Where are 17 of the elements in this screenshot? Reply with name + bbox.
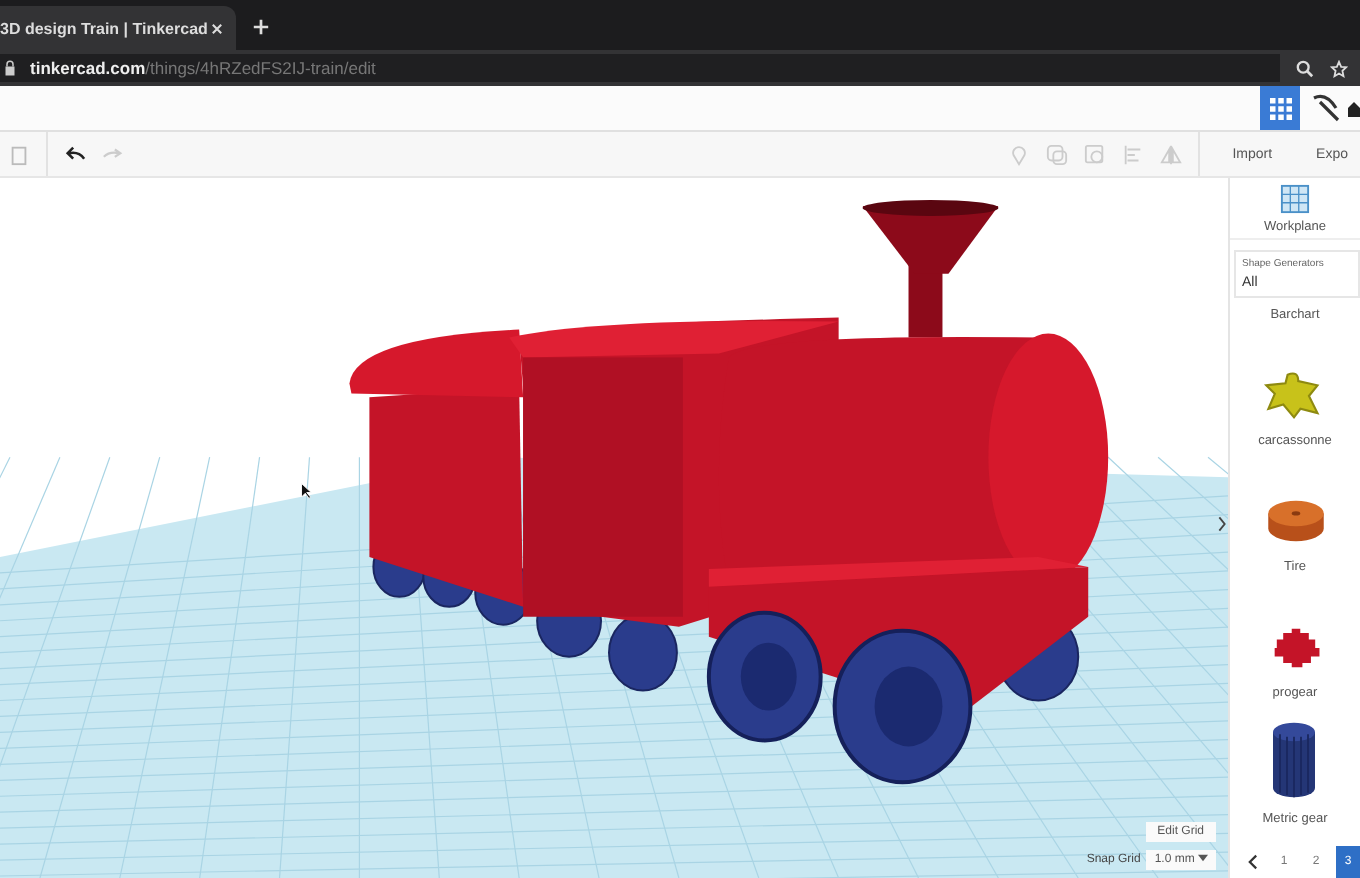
browser-tab[interactable]: 3D design Train | Tinkercad (0, 6, 236, 50)
new-tab-icon[interactable] (252, 18, 270, 36)
address-bar[interactable]: tinkercad.com/things/4hRZedFS2IJ-train/edit (0, 54, 1280, 82)
caret-icon (1198, 854, 1208, 863)
workplane-icon (1280, 184, 1310, 214)
cursor-icon (300, 482, 312, 500)
grid-view-button[interactable] (1260, 86, 1300, 130)
undo-icon[interactable] (64, 143, 86, 165)
chevron-right-icon[interactable] (1218, 514, 1226, 534)
chevron-left-icon[interactable] (1248, 854, 1258, 870)
close-icon[interactable] (210, 21, 224, 35)
lock-icon (4, 60, 16, 76)
zoom-icon[interactable] (1296, 59, 1314, 77)
star-icon[interactable] (1330, 59, 1348, 77)
train-drawing[interactable] (349, 199, 1109, 785)
grid-icon (1269, 97, 1291, 119)
pickaxe-icon[interactable] (1308, 92, 1340, 124)
